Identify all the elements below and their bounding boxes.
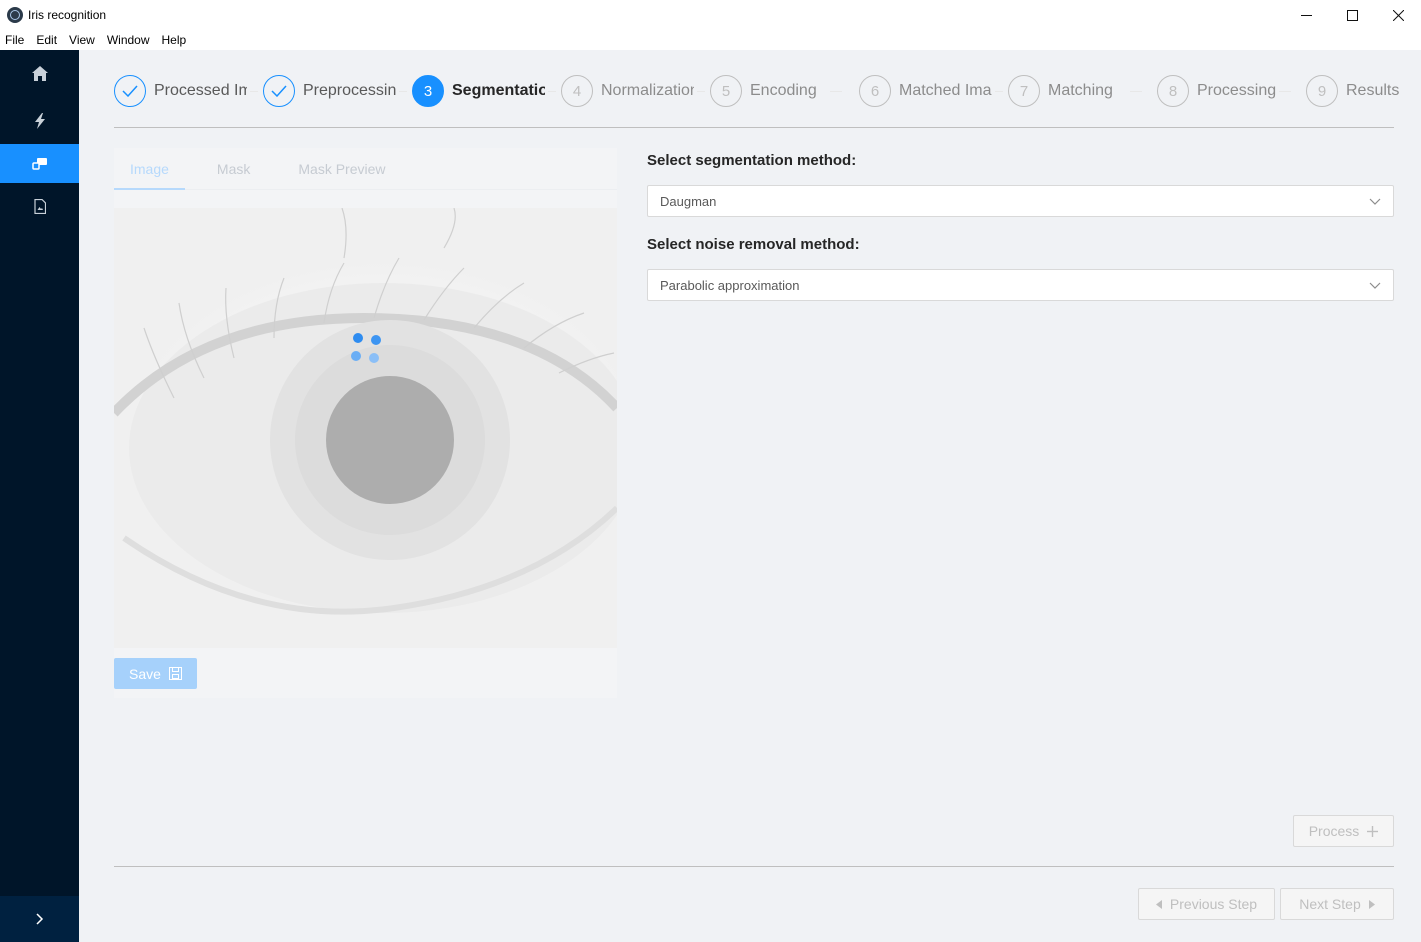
app-logo-icon: [7, 7, 23, 23]
save-icon: [168, 667, 182, 680]
maximize-icon[interactable]: [1329, 0, 1375, 30]
window-controls: [1283, 0, 1421, 30]
step-number: 7: [1008, 75, 1040, 107]
step-connector: [1279, 91, 1291, 92]
step-segmentation[interactable]: 3 Segmentatio: [412, 75, 545, 107]
step-label: Preprocessing: [303, 82, 396, 99]
next-step-button[interactable]: Next Step: [1280, 888, 1394, 920]
step-encoding[interactable]: 5 Encoding: [710, 75, 817, 107]
step-connector: [830, 91, 842, 92]
segmentation-method-label: Select segmentation method:: [647, 152, 857, 169]
window-title: Iris recognition: [28, 8, 107, 22]
step-number: 6: [859, 75, 891, 107]
lightning-icon: [34, 112, 45, 129]
segmentation-method-value: Daugman: [660, 193, 717, 209]
sidebar-item-home[interactable]: [0, 50, 79, 97]
tab-mask[interactable]: Mask: [201, 161, 266, 189]
step-label: Matching: [1048, 82, 1113, 99]
tab-mask-preview[interactable]: Mask Preview: [282, 161, 401, 189]
chevron-right-icon: [35, 913, 43, 925]
file-icon: [33, 199, 46, 214]
step-label: Results: [1346, 82, 1400, 99]
step-normalization[interactable]: 4 Normalization: [561, 75, 694, 107]
step-processed-image[interactable]: Processed Im: [114, 75, 247, 107]
step-matching[interactable]: 7 Matching: [1008, 75, 1113, 107]
noise-removal-method-value: Parabolic approximation: [660, 277, 800, 293]
step-label: Matched Ima: [899, 82, 992, 99]
home-icon: [31, 66, 48, 81]
step-label: Segmentatio: [452, 82, 545, 99]
step-number: 5: [710, 75, 742, 107]
save-button[interactable]: Save: [114, 658, 197, 689]
divider: [114, 127, 1394, 128]
step-label: Normalization: [601, 82, 694, 99]
check-icon: [114, 75, 146, 107]
tab-image[interactable]: Image: [114, 161, 185, 190]
sidebar-collapse-button[interactable]: [0, 896, 79, 942]
step-number: 3: [412, 75, 444, 107]
step-connector: [548, 91, 556, 92]
menu-edit[interactable]: Edit: [31, 33, 62, 47]
menu-window[interactable]: Window: [102, 33, 155, 47]
sidebar-item-process[interactable]: [0, 97, 79, 144]
divider: [114, 866, 1394, 867]
noise-removal-method-label: Select noise removal method:: [647, 236, 860, 253]
step-number: 8: [1157, 75, 1189, 107]
next-step-label: Next Step: [1299, 896, 1361, 912]
step-connector: [697, 91, 705, 92]
previous-step-label: Previous Step: [1169, 896, 1258, 912]
caret-right-icon: [1368, 899, 1375, 909]
step-label: Processing: [1197, 82, 1277, 99]
step-matched-image[interactable]: 6 Matched Ima: [859, 75, 992, 107]
eye-image: [114, 208, 617, 648]
menu-view[interactable]: View: [64, 33, 100, 47]
loading-spinner-icon: [351, 333, 381, 363]
step-connector: [399, 91, 407, 92]
segment-icon: [31, 157, 47, 170]
process-label: Process: [1308, 823, 1360, 839]
step-number: 4: [561, 75, 593, 107]
step-connector: [1130, 91, 1142, 92]
minimize-icon[interactable]: [1283, 0, 1329, 30]
step-results[interactable]: 9 Results: [1306, 75, 1399, 107]
sidebar-item-results[interactable]: [0, 183, 79, 230]
noise-removal-method-select[interactable]: Parabolic approximation: [647, 269, 1394, 301]
image-card: Image Mask Mask Preview Save: [114, 148, 617, 698]
step-label: Encoding: [750, 82, 817, 99]
steps-bar: Processed Im Preprocessing 3 Segmentatio…: [114, 75, 1399, 107]
title-bar: Iris recognition: [0, 0, 1421, 30]
step-connector: [995, 91, 1003, 92]
segmentation-method-select[interactable]: Daugman: [647, 185, 1394, 217]
save-label: Save: [129, 665, 161, 682]
menu-bar: File Edit View Window Help: [0, 30, 1421, 50]
step-number: 9: [1306, 75, 1338, 107]
chevron-down-icon: [1369, 198, 1381, 205]
check-icon: [263, 75, 295, 107]
menu-file[interactable]: File: [0, 33, 29, 47]
step-label: Processed Im: [154, 82, 247, 99]
step-connector: [250, 91, 258, 92]
previous-step-button[interactable]: Previous Step: [1138, 888, 1275, 920]
menu-help[interactable]: Help: [157, 33, 192, 47]
step-preprocessing[interactable]: Preprocessing: [263, 75, 396, 107]
sidebar-item-segmentation[interactable]: [0, 144, 79, 183]
step-processing[interactable]: 8 Processing: [1157, 75, 1276, 107]
plus-icon: [1367, 825, 1379, 837]
main-content: Processed Im Preprocessing 3 Segmentatio…: [79, 50, 1421, 942]
chevron-down-icon: [1369, 282, 1381, 289]
sidebar: [0, 50, 79, 942]
process-button[interactable]: Process: [1293, 815, 1394, 847]
close-icon[interactable]: [1375, 0, 1421, 30]
caret-left-icon: [1155, 899, 1162, 909]
image-tabs: Image Mask Mask Preview: [114, 148, 617, 190]
